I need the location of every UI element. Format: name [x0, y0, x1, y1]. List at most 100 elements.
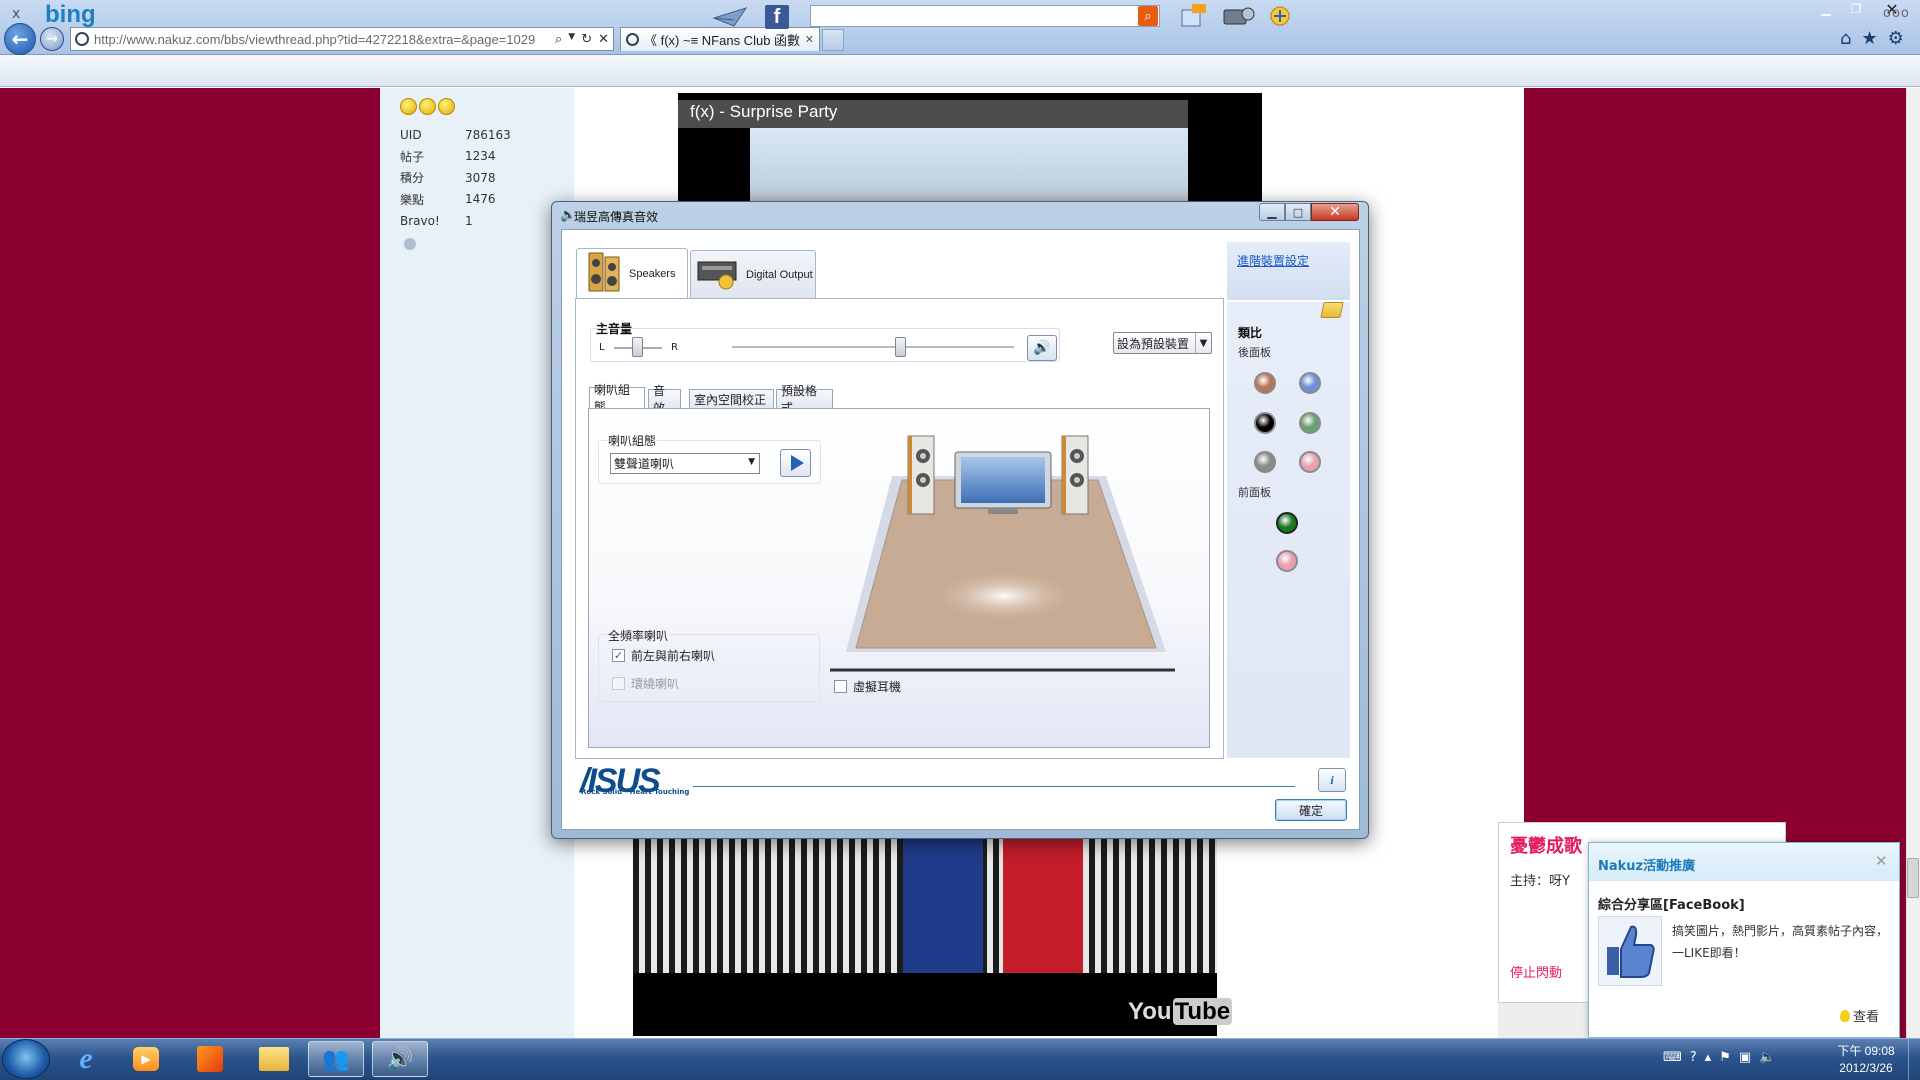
mail-icon[interactable] [712, 6, 748, 28]
rear-jack[interactable] [1254, 412, 1276, 434]
rear-jack[interactable] [1299, 412, 1321, 434]
video-icon[interactable] [1222, 4, 1255, 28]
speaker-config-select[interactable]: 雙聲道喇叭 ▼ [610, 453, 760, 474]
tab-speakers-label: Speakers [629, 267, 676, 280]
dialog-close-button[interactable]: ✕ [1311, 203, 1359, 221]
right-speaker-icon[interactable] [1061, 435, 1089, 515]
page-scrollbar-thumb[interactable] [1907, 858, 1919, 898]
promo-popup-subtitle[interactable]: 綜合分享區[FaceBook] [1598, 894, 1745, 913]
thumbs-up-icon[interactable] [1598, 916, 1662, 986]
balance-left-label: L [599, 342, 605, 353]
tab-sound-effects[interactable]: 音效 [648, 384, 681, 415]
stop-icon[interactable]: ✕ [598, 32, 609, 47]
home-icon[interactable]: ⌂ [1840, 28, 1851, 49]
tab-digital-output[interactable]: Digital Output [690, 250, 816, 298]
analog-label: 類比 [1238, 326, 1263, 340]
new-tab-button[interactable] [822, 29, 844, 51]
chevron-up-icon[interactable]: ▴ [1705, 1050, 1712, 1065]
tab-close-icon[interactable]: ✕ [805, 33, 814, 46]
checkbox-unchecked[interactable] [834, 680, 847, 693]
gear-icon[interactable]: ⚙ [1888, 28, 1904, 49]
virtual-headphones-checkbox[interactable]: 虛擬耳機 [834, 678, 901, 695]
address-bar[interactable]: http://www.nakuz.com/bbs/viewthread.php?… [70, 27, 614, 51]
system-tray: ⌨ ? ▴ ⚑ ▣ 🔈 [1663, 1050, 1775, 1065]
dropdown-icon[interactable]: ▼ [568, 32, 575, 47]
taskbar-ie-button[interactable]: e [58, 1041, 114, 1077]
taskbar-clock[interactable]: 下午 09:08 2012/3/26 [1826, 1043, 1906, 1077]
dropdown-arrow-icon: ▼ [1195, 333, 1211, 353]
tab-default-format[interactable]: 預設格式 [776, 384, 833, 415]
ie-icon: e [79, 1042, 93, 1075]
volume-slider-thumb[interactable] [895, 337, 907, 357]
stat-row: 樂點 1476 [400, 192, 496, 207]
window-minimize-button[interactable]: ▁ [1812, 0, 1840, 18]
rear-jack[interactable] [1254, 451, 1276, 473]
front-jack[interactable] [1276, 512, 1298, 534]
video-title[interactable]: f(x) - Surprise Party [690, 102, 837, 122]
volume-slider-track[interactable] [732, 346, 1014, 348]
rear-jack[interactable] [1254, 372, 1276, 394]
left-speaker-icon[interactable] [907, 435, 935, 515]
taskbar-office-button[interactable] [182, 1041, 238, 1077]
stop-blink-link[interactable]: 停止閃動 [1510, 962, 1562, 981]
toolbar-close-button[interactable]: x [12, 6, 20, 22]
dialog-maximize-button[interactable]: □ [1285, 203, 1311, 221]
play-test-button[interactable] [780, 449, 811, 477]
profile-link-icon[interactable] [404, 238, 416, 250]
balance-slider-thumb[interactable] [632, 337, 643, 357]
promo-popup-close-button[interactable]: ✕ [1875, 852, 1888, 870]
taskbar-people-button[interactable]: 👥 [308, 1041, 364, 1077]
toolbar-search-button[interactable]: ⌕ [1138, 6, 1158, 26]
show-desktop-button[interactable] [1908, 1039, 1920, 1080]
office-icon [197, 1046, 223, 1072]
taskbar-explorer-button[interactable] [246, 1041, 302, 1077]
facebook-icon[interactable]: f [765, 5, 789, 29]
tab-room-correction[interactable]: 室內空間校正 [689, 389, 774, 408]
fullrange-speakers-label: 全頻率喇叭 [607, 627, 670, 644]
back-button[interactable]: ← [4, 23, 36, 55]
front-speakers-checkbox[interactable]: ✓ 前左與前右喇叭 [612, 647, 715, 664]
translate-icon[interactable] [1266, 4, 1296, 28]
tab-title: 《 f(x) ~≡ NFans Club 函數... [644, 33, 800, 48]
set-default-device-dropdown[interactable]: 設為預設裝置 ▼ [1113, 332, 1212, 354]
chat-widget-host: 主持：呀Y [1510, 874, 1570, 889]
promo-view-button[interactable]: 查看 [1840, 1006, 1879, 1025]
advanced-device-settings-link[interactable]: 進階裝置設定 [1237, 252, 1309, 269]
toolbar-search-input[interactable] [810, 5, 1160, 27]
info-button[interactable]: i [1318, 768, 1346, 792]
back-arrow-icon: ← [11, 27, 29, 51]
dialog-minimize-button[interactable]: ▁ [1259, 203, 1285, 221]
address-url[interactable]: http://www.nakuz.com/bbs/viewthread.php?… [94, 32, 550, 47]
tv-icon [954, 451, 1052, 514]
taskbar-media-button[interactable]: ▶ [118, 1041, 174, 1077]
browser-tab[interactable]: 《 f(x) ~≡ NFans Club 函數... ✕ [620, 27, 820, 51]
keyboard-icon[interactable]: ⌨ [1663, 1050, 1682, 1065]
play-icon [790, 455, 804, 471]
window-maximize-button[interactable]: ❐ [1842, 0, 1870, 18]
checkbox-checked[interactable]: ✓ [612, 649, 625, 662]
help-icon[interactable]: ? [1690, 1050, 1697, 1065]
chat-widget-title[interactable]: 憂鬱成歌 [1510, 832, 1582, 858]
news-icon[interactable] [1178, 4, 1208, 28]
tab-speakers[interactable]: Speakers [576, 248, 688, 298]
network-icon[interactable]: ▣ [1739, 1050, 1751, 1065]
youtube-logo[interactable]: You Tube [1128, 998, 1233, 1026]
rear-jack[interactable] [1299, 451, 1321, 473]
folder-icon [259, 1047, 289, 1071]
rear-jack[interactable] [1299, 372, 1321, 394]
front-jack[interactable] [1276, 550, 1298, 572]
volume-icon[interactable]: 🔈 [1759, 1050, 1775, 1065]
favorites-star-icon[interactable]: ★ [1861, 28, 1877, 49]
search-icon[interactable]: ⌕ [555, 32, 562, 47]
start-button[interactable] [2, 1039, 50, 1079]
mute-button[interactable]: 🔊 [1027, 335, 1057, 361]
flag-icon[interactable]: ⚑ [1719, 1050, 1731, 1065]
ok-button[interactable]: 確定 [1275, 799, 1347, 821]
forward-button[interactable]: → [40, 27, 64, 51]
folder-icon[interactable] [1320, 302, 1344, 318]
toolbar-more-button[interactable]: ooo [1883, 6, 1910, 21]
taskbar-audio-button[interactable]: 🔊 [372, 1041, 428, 1077]
asus-tagline: Rock Solid · Heart Touching [581, 788, 690, 796]
tab-speaker-config[interactable]: 喇叭組態 [589, 383, 645, 414]
refresh-icon[interactable]: ↻ [581, 32, 592, 47]
